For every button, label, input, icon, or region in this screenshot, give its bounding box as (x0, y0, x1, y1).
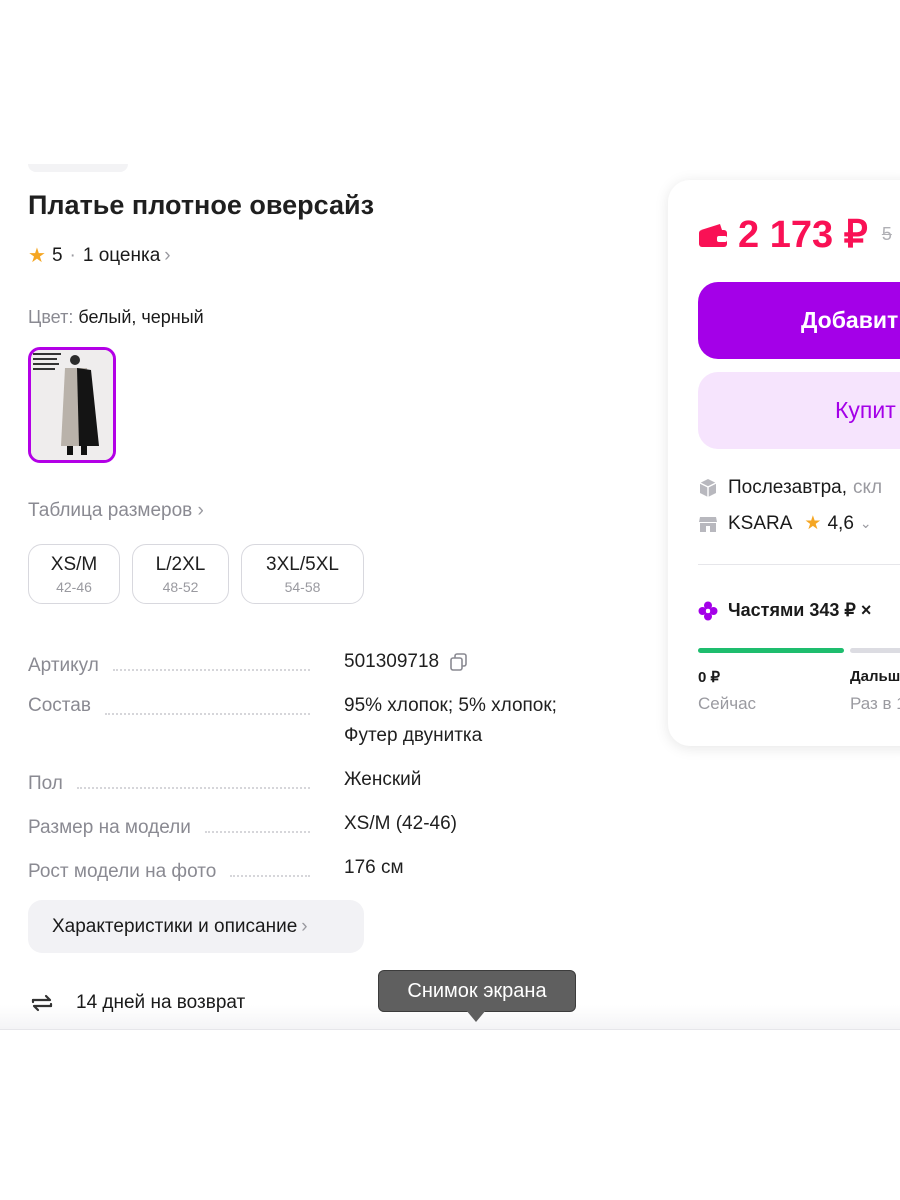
return-policy: 14 дней на возврат (28, 989, 245, 1017)
size-option[interactable]: L/2XL 48-52 (132, 544, 229, 604)
installments-row[interactable]: Частями 343 ₽ × (698, 600, 871, 621)
price-row: 2 173 ₽ 5 (698, 212, 892, 257)
buy-now-button[interactable]: Купит (698, 372, 900, 449)
size-range: 54-58 (284, 579, 321, 595)
card-divider (698, 564, 900, 565)
reviews-count: 1 оценка (82, 244, 161, 266)
add-to-cart-button[interactable]: Добавит (698, 282, 900, 359)
size-option[interactable]: XS/M 42-46 (28, 544, 120, 604)
size-label: 3XL/5XL (266, 554, 339, 575)
size-range: 42-46 (56, 579, 92, 595)
top-tab-pill (28, 164, 128, 172)
chevron-right-icon: › (164, 244, 171, 266)
spec-key: Рост модели на фото (28, 861, 217, 882)
spec-row: Состав 95% хлопок; 5% хлопок; Футер двун… (28, 695, 608, 751)
size-options: XS/M 42-46 L/2XL 48-52 3XL/5XL 54-58 (28, 544, 364, 604)
rating-value: 5 (51, 244, 63, 266)
bottom-divider (0, 1029, 900, 1030)
spec-value: 176 см (344, 857, 404, 878)
box-icon (699, 479, 717, 497)
pay-now-amount: 0 ₽ (698, 669, 721, 686)
separator-dot: · (69, 244, 76, 266)
star-icon: ★ (804, 513, 822, 534)
color-label: Цвет: (28, 307, 74, 327)
pay-later-amount: Дальш (850, 668, 900, 685)
size-option[interactable]: 3XL/5XL 54-58 (241, 544, 364, 604)
tooltip-arrow (466, 1010, 486, 1022)
screenshot-tooltip: Снимок экрана (378, 970, 576, 1012)
copy-icon[interactable] (449, 652, 469, 672)
store-icon (699, 516, 717, 532)
return-label: 14 дней на возврат (76, 992, 246, 1013)
progress-segment-later (850, 648, 900, 653)
description-button[interactable]: Характеристики и описание › (28, 900, 364, 953)
delivery-text: Послезавтра, (728, 477, 848, 498)
chevron-down-icon: ⌄ (859, 515, 872, 531)
spec-value: XS/M (42-46) (344, 813, 457, 834)
spec-key: Пол (28, 773, 63, 794)
spec-value: 95% хлопок; 5% хлопок; Футер двунитка (344, 695, 557, 746)
rating-row[interactable]: ★ 5 · 1 оценка › (28, 243, 171, 268)
star-icon: ★ (28, 245, 46, 267)
spec-key: Размер на модели (28, 817, 191, 838)
old-price: 5 (881, 224, 892, 244)
installments-icon (698, 601, 718, 620)
spec-value: Женский (344, 769, 422, 790)
color-value: белый, черный (78, 307, 204, 327)
delivery-row: Послезавтра, скл (698, 477, 882, 499)
chevron-right-icon: › (301, 915, 308, 937)
delivery-extra: скл (853, 477, 883, 498)
seller-name: KSARA (728, 512, 793, 534)
seller-row[interactable]: KSARA ★ 4,6 ⌄ (698, 512, 872, 535)
wallet-icon (699, 223, 727, 247)
spec-list: Артикул 501309718 Состав 95% хлопок; 5% … (28, 651, 608, 901)
spec-key: Артикул (28, 655, 99, 676)
pay-later-label: Раз в 1 (850, 694, 900, 713)
color-row: Цвет: белый, черный (28, 307, 204, 328)
spec-row: Пол Женский (28, 769, 608, 795)
description-label: Характеристики и описание (52, 915, 298, 937)
seller-rating: 4,6 (827, 512, 854, 534)
size-table-link[interactable]: Таблица размеров › (28, 500, 204, 522)
product-title: Платье плотное оверсайз (28, 190, 375, 220)
product-photo (31, 350, 113, 460)
purchase-card: 2 173 ₽ 5 Добавит Купит Послезавтра, скл… (668, 180, 900, 746)
size-label: XS/M (50, 554, 98, 575)
color-thumbnail[interactable] (28, 347, 116, 463)
spec-value: 501309718 (344, 651, 440, 672)
spec-key: Состав (28, 695, 91, 716)
spec-row: Размер на модели XS/M (42-46) (28, 813, 608, 839)
size-table-label: Таблица размеров (28, 500, 193, 521)
spec-row: Артикул 501309718 (28, 651, 608, 677)
installments-text: Частями 343 ₽ × (728, 600, 872, 620)
pay-now-label: Сейчас (698, 694, 757, 713)
current-price: 2 173 ₽ (738, 214, 868, 256)
progress-segment-now (698, 648, 844, 653)
size-label: L/2XL (155, 554, 206, 575)
size-range: 48-52 (162, 579, 199, 595)
spec-row: Рост модели на фото 176 см (28, 857, 608, 883)
return-arrows-icon (31, 994, 53, 1012)
chevron-right-icon: › (197, 500, 204, 521)
